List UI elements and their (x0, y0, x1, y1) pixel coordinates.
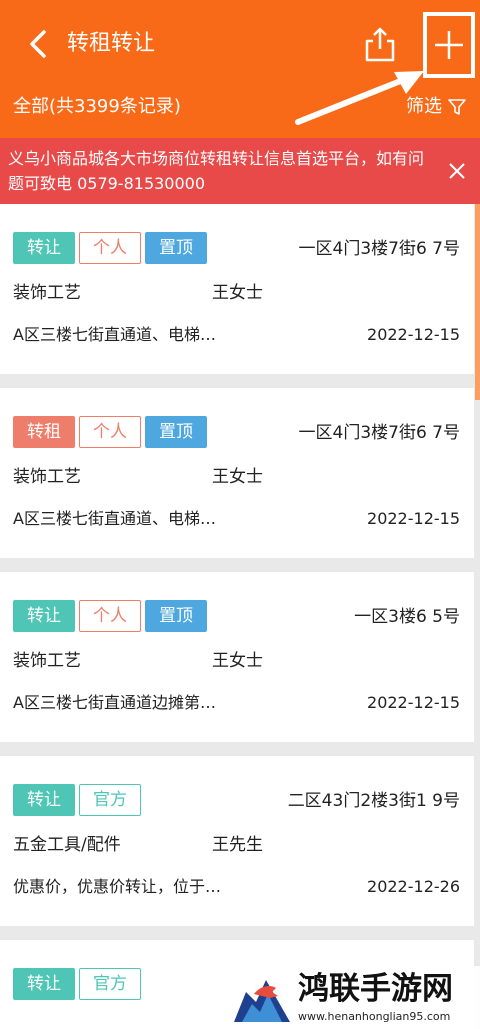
listing-category: 五金工具/配件 (13, 835, 121, 855)
back-arrow-icon[interactable] (22, 26, 58, 62)
listing-location: 一区4门3楼7街6 7号 (298, 239, 460, 259)
filter-button[interactable]: 筛选 (406, 94, 466, 120)
listing-date: 2022-12-15 (367, 693, 460, 712)
type-tag: 转让 (13, 784, 75, 816)
listing-tags: 转让 个人 置顶 (13, 600, 207, 632)
share-icon[interactable] (362, 24, 398, 64)
listing-card[interactable]: 转租 个人 置顶 一区4门3楼7街6 7号 装饰工艺 王女士 A区三楼七街直通道… (0, 388, 474, 558)
listing-contact: 王先生 (212, 835, 263, 855)
listing-contact: 王女士 (212, 467, 263, 487)
horse-logo-icon (234, 980, 290, 1022)
filter-label: 筛选 (406, 96, 442, 117)
listing-contact: 王女士 (212, 651, 263, 671)
listing-date: 2022-12-15 (367, 325, 460, 344)
plus-icon (435, 31, 463, 59)
source-tag: 个人 (79, 416, 141, 448)
notice-text: 义乌小商品城各大市场商位转租转让信息首选平台，如有问题可致电 0579-8153… (8, 149, 425, 193)
listing-description: A区三楼七街直通道边摊第… (13, 693, 216, 712)
app-header: 转租转让 全部(共3399条记录) 筛选 (0, 0, 480, 138)
source-tag: 官方 (79, 968, 141, 1000)
close-icon[interactable] (448, 162, 466, 180)
top-tag: 置顶 (145, 416, 207, 448)
listing-category: 装饰工艺 (13, 651, 81, 671)
source-tag: 个人 (79, 600, 141, 632)
listing-description: 优惠价，优惠价转让，位于… (13, 877, 222, 896)
listing-date: 2022-12-15 (367, 509, 460, 528)
listing-description: A区三楼七街直通道、电梯… (13, 325, 216, 344)
total-records-label[interactable]: 全部(共3399条记录) (13, 94, 181, 120)
listing-card[interactable]: 转让 个人 置顶 一区4门3楼7街6 7号 装饰工艺 王女士 A区三楼七街直通道… (0, 204, 474, 374)
scrollbar[interactable] (475, 204, 480, 400)
listing-card[interactable]: 转让 官方 二区43门2楼3街1 9号 五金工具/配件 王先生 优惠价，优惠价转… (0, 756, 474, 926)
source-tag: 官方 (79, 784, 141, 816)
listing-category: 装饰工艺 (13, 283, 81, 303)
type-tag: 转让 (13, 600, 75, 632)
listing-location: 二区43门2楼3街1 9号 (287, 791, 460, 811)
page-title: 转租转让 (67, 31, 156, 56)
type-tag: 转让 (13, 232, 75, 264)
listing-description: A区三楼七街直通道、电梯… (13, 509, 216, 528)
top-tag: 置顶 (145, 600, 207, 632)
watermark-name: 鸿联手游网 (298, 971, 453, 1007)
notice-banner: 义乌小商品城各大市场商位转租转让信息首选平台，如有问题可致电 0579-8153… (0, 138, 480, 204)
source-tag: 个人 (79, 232, 141, 264)
funnel-icon (448, 99, 466, 115)
top-tag: 置顶 (145, 232, 207, 264)
type-tag: 转租 (13, 416, 75, 448)
listing-tags: 转租 个人 置顶 (13, 416, 207, 448)
listing-location: 一区3楼6 5号 (354, 607, 460, 627)
listing-category: 装饰工艺 (13, 467, 81, 487)
listing-date: 2022-12-26 (367, 877, 460, 896)
add-listing-button[interactable] (423, 12, 475, 78)
listing-contact: 王女士 (212, 283, 263, 303)
watermark: 鸿联手游网 www.henanhonglian95.com (228, 966, 480, 1029)
listing-tags: 转让 个人 置顶 (13, 232, 207, 264)
listing-location: 一区4门3楼7街6 7号 (298, 423, 460, 443)
watermark-url: www.henanhonglian95.com (298, 1010, 451, 1023)
listing-tags: 转让 官方 (13, 784, 141, 816)
listing-card[interactable]: 转让 个人 置顶 一区3楼6 5号 装饰工艺 王女士 A区三楼七街直通道边摊第…… (0, 572, 474, 742)
type-tag: 转让 (13, 968, 75, 1000)
listing-tags: 转让 官方 (13, 968, 141, 1000)
